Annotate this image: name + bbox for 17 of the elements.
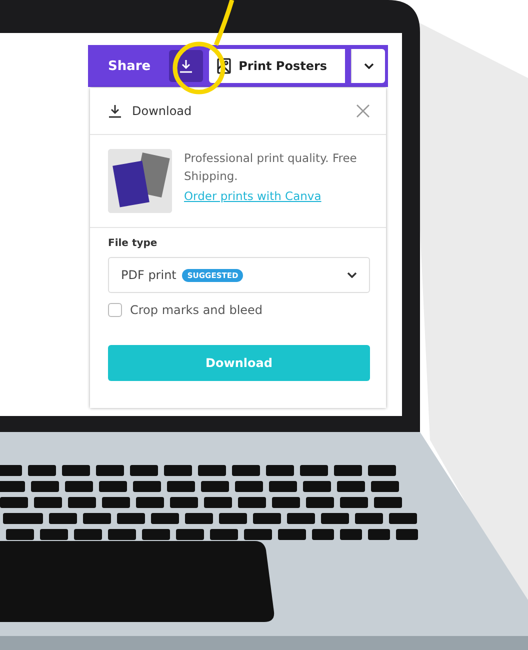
file-type-value: PDF print (121, 268, 176, 282)
caret-icon (347, 272, 357, 278)
caret-icon (364, 63, 374, 69)
panel-title: Download (132, 104, 193, 118)
print-posters-button[interactable]: Print Posters (208, 49, 345, 83)
more-options-button[interactable] (351, 49, 385, 83)
crop-marks-checkbox[interactable] (108, 303, 122, 317)
close-icon (356, 104, 370, 118)
crop-marks-label: Crop marks and bleed (130, 303, 263, 317)
download-icon (178, 59, 193, 73)
poster-thumbnail (108, 149, 172, 213)
file-type-label: File type (108, 238, 158, 249)
image-icon (216, 58, 231, 74)
share-button[interactable]: Share (96, 52, 163, 80)
promo-text: Professional print quality. Free Shipping. (184, 150, 358, 185)
close-button[interactable] (356, 104, 370, 118)
download-icon (108, 104, 122, 118)
